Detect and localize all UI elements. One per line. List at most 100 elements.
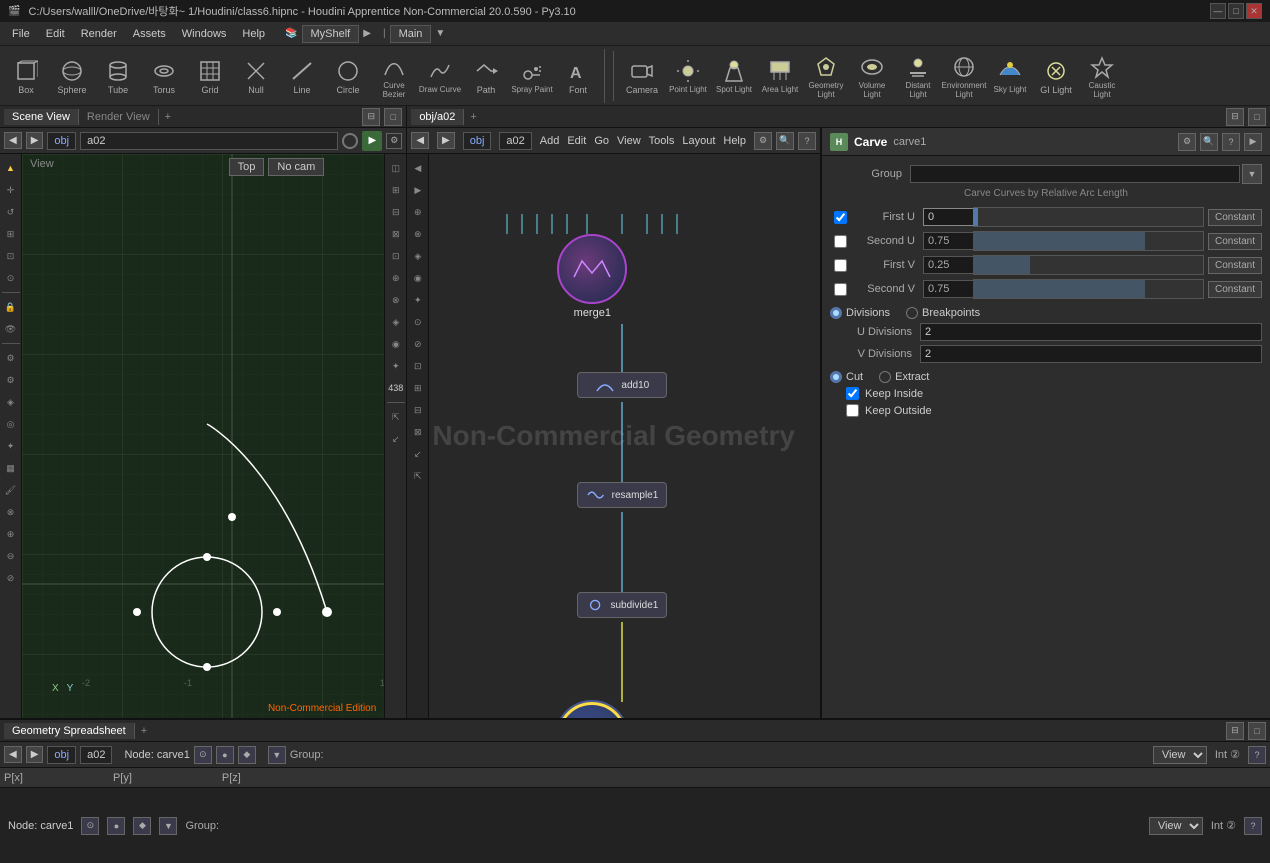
filter-btn[interactable]: ▼ bbox=[159, 817, 177, 835]
vr-tool6[interactable]: ⊕ bbox=[386, 268, 406, 288]
menu-help[interactable]: Help bbox=[723, 135, 746, 147]
node-sidebar-btn9[interactable]: ⊘ bbox=[408, 334, 428, 354]
tool-spray-paint[interactable]: Spray Paint bbox=[510, 51, 554, 101]
vr-tool9[interactable]: ◉ bbox=[386, 334, 406, 354]
node-sidebar-btn1[interactable]: ◀ bbox=[408, 158, 428, 178]
group-input[interactable] bbox=[910, 165, 1240, 183]
tool-null[interactable]: Null bbox=[234, 51, 278, 101]
tool-tube[interactable]: Tube bbox=[96, 51, 140, 101]
second-v-checkbox[interactable] bbox=[834, 283, 847, 296]
snap-tool[interactable]: ◈ bbox=[1, 392, 21, 412]
geo-collapse-btn[interactable]: ⊟ bbox=[1226, 722, 1244, 740]
node-resample1[interactable]: resample1 bbox=[577, 482, 667, 508]
second-v-slider-track[interactable] bbox=[973, 279, 1204, 299]
render-tool[interactable]: ▦ bbox=[1, 458, 21, 478]
second-v-input[interactable] bbox=[923, 280, 973, 298]
misc-tool[interactable]: ⊖ bbox=[1, 546, 21, 566]
node-subdivide1[interactable]: subdivide1 bbox=[577, 592, 667, 618]
settings-tool[interactable]: ⚙ bbox=[1, 370, 21, 390]
tool-volume-light[interactable]: Volume Light bbox=[850, 51, 894, 101]
vr-tool3[interactable]: ⊟ bbox=[386, 202, 406, 222]
add-node-tab-btn[interactable]: + bbox=[464, 109, 482, 125]
tool-box[interactable]: Box bbox=[4, 51, 48, 101]
node-icon-btn[interactable]: ⊙ bbox=[81, 817, 99, 835]
tool-env-light[interactable]: Environment Light bbox=[942, 51, 986, 101]
tool-draw-curve[interactable]: Draw Curve bbox=[418, 51, 462, 101]
menu-file[interactable]: File bbox=[4, 26, 38, 42]
sim-tool[interactable]: ⊕ bbox=[1, 524, 21, 544]
node-sidebar-btn12[interactable]: ⊟ bbox=[408, 400, 428, 420]
tab-render-view[interactable]: Render View bbox=[79, 109, 159, 125]
shelf-add-icon[interactable]: ▶ bbox=[363, 28, 371, 39]
menu-edit[interactable]: Edit bbox=[38, 26, 73, 42]
node-maximize-btn[interactable]: □ bbox=[1248, 108, 1266, 126]
viewport-maximize-btn[interactable]: □ bbox=[384, 108, 402, 126]
node-forward-btn[interactable]: ▶ bbox=[437, 132, 455, 149]
prop-help-btn[interactable]: ? bbox=[1222, 133, 1240, 151]
no-cam-btn[interactable]: No cam bbox=[268, 158, 324, 176]
vr-tool4[interactable]: ⊠ bbox=[386, 224, 406, 244]
rotate-tool[interactable]: ↺ bbox=[1, 202, 21, 222]
menu-render[interactable]: Render bbox=[73, 26, 125, 42]
vr-tool2[interactable]: ⊞ bbox=[386, 180, 406, 200]
geo-node-icon[interactable]: ⊙ bbox=[194, 746, 212, 764]
node-sidebar-btn2[interactable]: ▶ bbox=[408, 180, 428, 200]
tool-caustic-light[interactable]: Caustic Light bbox=[1080, 51, 1124, 101]
first-v-checkbox[interactable] bbox=[834, 259, 847, 272]
flag-btn1[interactable]: ● bbox=[107, 817, 125, 835]
tool-area-light[interactable]: Area Light bbox=[758, 51, 802, 101]
tool-sphere[interactable]: Sphere bbox=[50, 51, 94, 101]
tool-torus[interactable]: Torus bbox=[142, 51, 186, 101]
prop-arrow-btn[interactable]: ▶ bbox=[1244, 133, 1262, 151]
menu-go[interactable]: Go bbox=[594, 135, 609, 147]
tool-path[interactable]: Path bbox=[464, 51, 508, 101]
node-sidebar-btn8[interactable]: ⊙ bbox=[408, 312, 428, 332]
group-tool[interactable]: ⊘ bbox=[1, 568, 21, 588]
menu-tools[interactable]: Tools bbox=[649, 135, 675, 147]
node-sidebar-btn7[interactable]: ✦ bbox=[408, 290, 428, 310]
vr-camera[interactable]: ↙ bbox=[386, 429, 406, 449]
maximize-button[interactable]: □ bbox=[1228, 3, 1244, 19]
node-settings-btn[interactable]: ⚙ bbox=[754, 132, 772, 150]
vr-tool8[interactable]: ◈ bbox=[386, 312, 406, 332]
keep-inside-checkbox[interactable] bbox=[846, 387, 859, 400]
tool-grid[interactable]: Grid bbox=[188, 51, 232, 101]
forward-button[interactable]: ▶ bbox=[26, 132, 44, 149]
first-u-checkbox[interactable] bbox=[834, 211, 847, 224]
minimize-button[interactable]: — bbox=[1210, 3, 1226, 19]
node-sidebar-btn5[interactable]: ◈ bbox=[408, 246, 428, 266]
node-sidebar-btn3[interactable]: ⊕ bbox=[408, 202, 428, 222]
geo-filter-icon[interactable]: ▼ bbox=[268, 746, 286, 764]
group-dropdown-btn[interactable]: ▼ bbox=[1242, 164, 1262, 184]
breakpoints-radio-btn[interactable] bbox=[906, 307, 918, 319]
tab-scene-view[interactable]: Scene View bbox=[4, 109, 79, 125]
main-btn[interactable]: Main bbox=[390, 25, 432, 43]
menu-layout[interactable]: Layout bbox=[682, 135, 715, 147]
camera-view-btn[interactable]: Top bbox=[229, 158, 265, 176]
geo-help-btn[interactable]: ? bbox=[1248, 746, 1266, 764]
translate-tool[interactable]: ✛ bbox=[1, 180, 21, 200]
geo-path[interactable]: obj bbox=[47, 746, 76, 764]
bottom-help-btn[interactable]: ? bbox=[1244, 817, 1262, 835]
camera-view-tool[interactable]: ◎ bbox=[1, 414, 21, 434]
second-u-checkbox[interactable] bbox=[834, 235, 847, 248]
magnet-tool[interactable]: ⚙ bbox=[1, 348, 21, 368]
node-add10[interactable]: add10 bbox=[577, 372, 667, 398]
node-sidebar-btn15[interactable]: ⇱ bbox=[408, 466, 428, 486]
first-v-input[interactable] bbox=[923, 256, 973, 274]
u-div-input[interactable] bbox=[920, 323, 1262, 341]
first-v-slider-track[interactable] bbox=[973, 255, 1204, 275]
geo-network[interactable]: a02 bbox=[80, 746, 112, 764]
paint-tool[interactable]: 🖌 bbox=[1, 480, 21, 500]
network-a02[interactable]: a02 bbox=[80, 132, 338, 150]
vr-tool1[interactable]: ◫ bbox=[386, 158, 406, 178]
viewport-collapse-btn[interactable]: ⊟ bbox=[362, 108, 380, 126]
node-sidebar-btn11[interactable]: ⊞ bbox=[408, 378, 428, 398]
geo-forward-btn[interactable]: ▶ bbox=[26, 746, 44, 763]
prop-search-btn[interactable]: 🔍 bbox=[1200, 133, 1218, 151]
geo-flag1[interactable]: ● bbox=[216, 746, 234, 764]
vr-tool11[interactable]: 438 bbox=[386, 378, 406, 398]
add-tab-button[interactable]: + bbox=[159, 109, 177, 125]
node-sidebar-btn6[interactable]: ◉ bbox=[408, 268, 428, 288]
first-u-slider-track[interactable] bbox=[973, 207, 1204, 227]
